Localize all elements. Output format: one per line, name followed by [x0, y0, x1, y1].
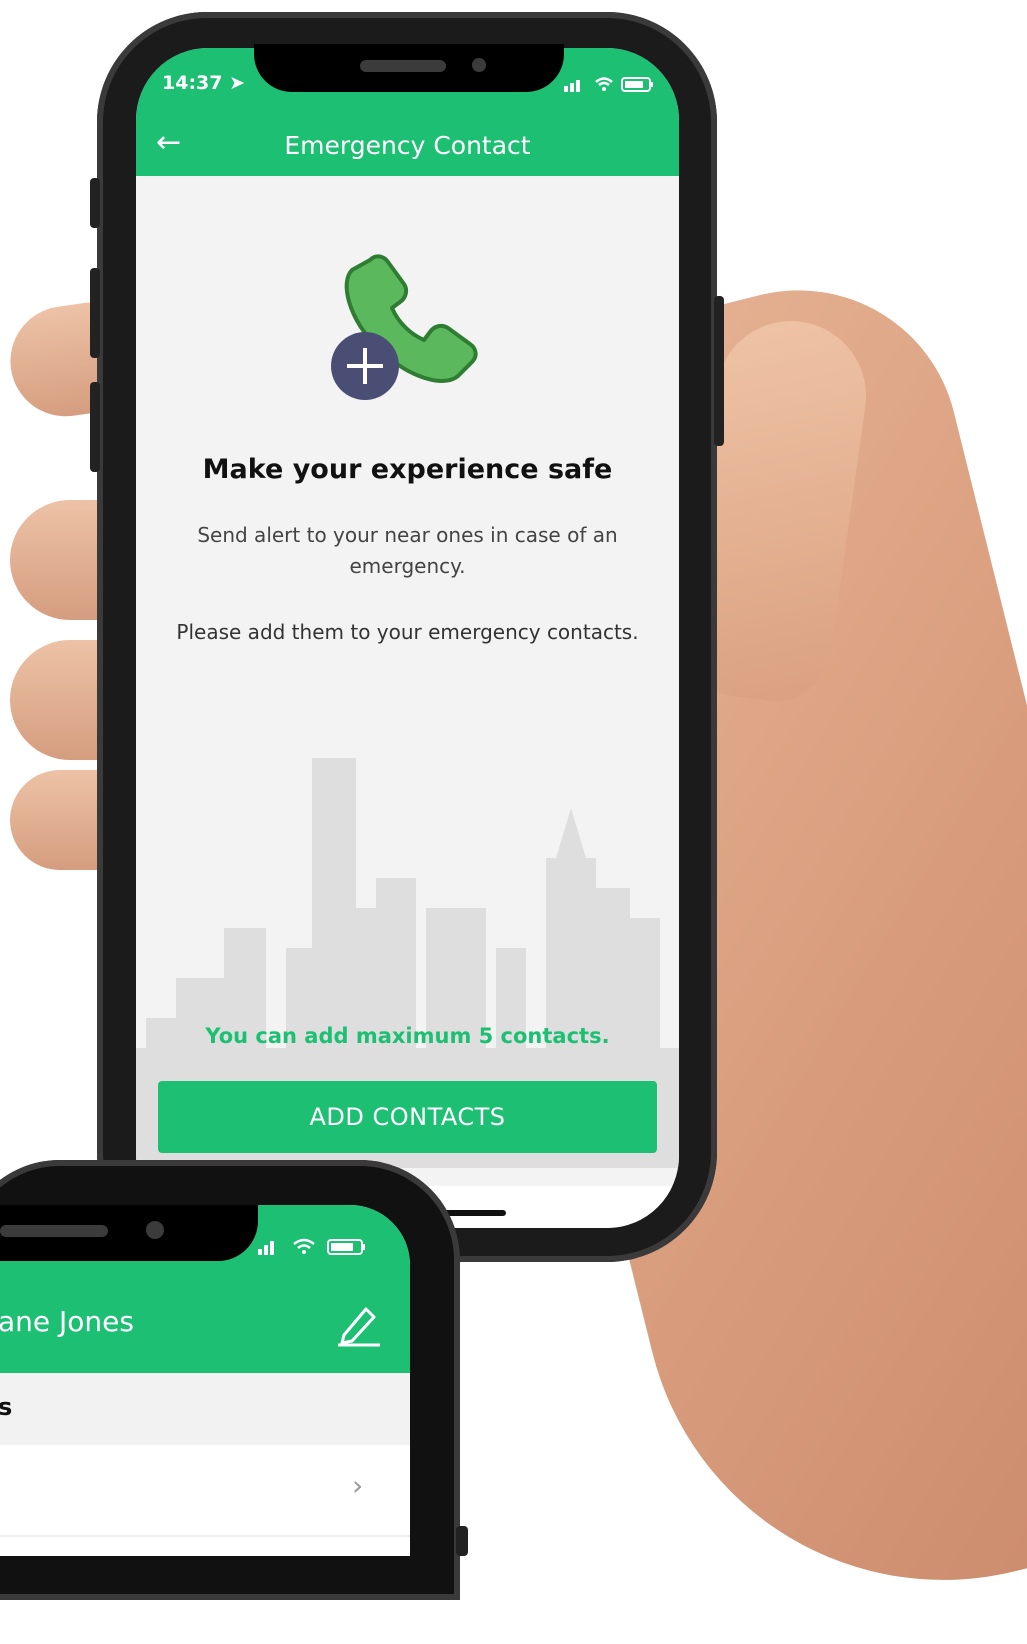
edit-pencil-icon[interactable]: [336, 1301, 382, 1347]
chevron-right-icon: ›: [352, 1469, 364, 1502]
signal-wifi-battery-icon: [564, 77, 653, 92]
volume-down-button: [90, 382, 100, 472]
status-time: 14:37 ➤: [162, 72, 246, 94]
second-phone-button: [456, 1526, 468, 1556]
power-button: [714, 296, 724, 446]
add-contacts-button[interactable]: ADD CONTACTS: [158, 1081, 657, 1153]
profile-name: ane Jones: [0, 1305, 134, 1338]
list-item[interactable]: ›: [0, 1445, 410, 1537]
page-title: Emergency Contact: [284, 131, 531, 160]
status-icons: [564, 74, 660, 98]
app-bar: ← Emergency Contact: [136, 116, 679, 176]
phone-add-icon: [331, 254, 478, 400]
volume-up-button: [90, 268, 100, 358]
instruction: Please add them to your emergency contac…: [176, 620, 639, 644]
phone-screen: 14:37 ➤ ← Emergency Contact Make your ex…: [136, 48, 679, 1228]
second-phone-screen: ane Jones s ›: [0, 1205, 410, 1556]
section-header: s: [0, 1373, 410, 1445]
section-label: s: [0, 1393, 13, 1421]
front-camera: [146, 1221, 164, 1239]
silent-switch: [90, 178, 100, 228]
speaker: [0, 1225, 108, 1237]
max-contacts-note: You can add maximum 5 contacts.: [205, 1024, 610, 1048]
description: Send alert to your near ones in case of …: [197, 523, 618, 578]
app-bar: ane Jones: [0, 1273, 410, 1373]
speaker: [360, 60, 446, 72]
front-camera: [472, 58, 486, 72]
location-arrow-icon: ➤: [229, 72, 246, 94]
headline: Make your experience safe: [202, 454, 613, 485]
signal-wifi-battery-icon: [258, 1238, 365, 1255]
status-icons: [258, 1235, 382, 1261]
